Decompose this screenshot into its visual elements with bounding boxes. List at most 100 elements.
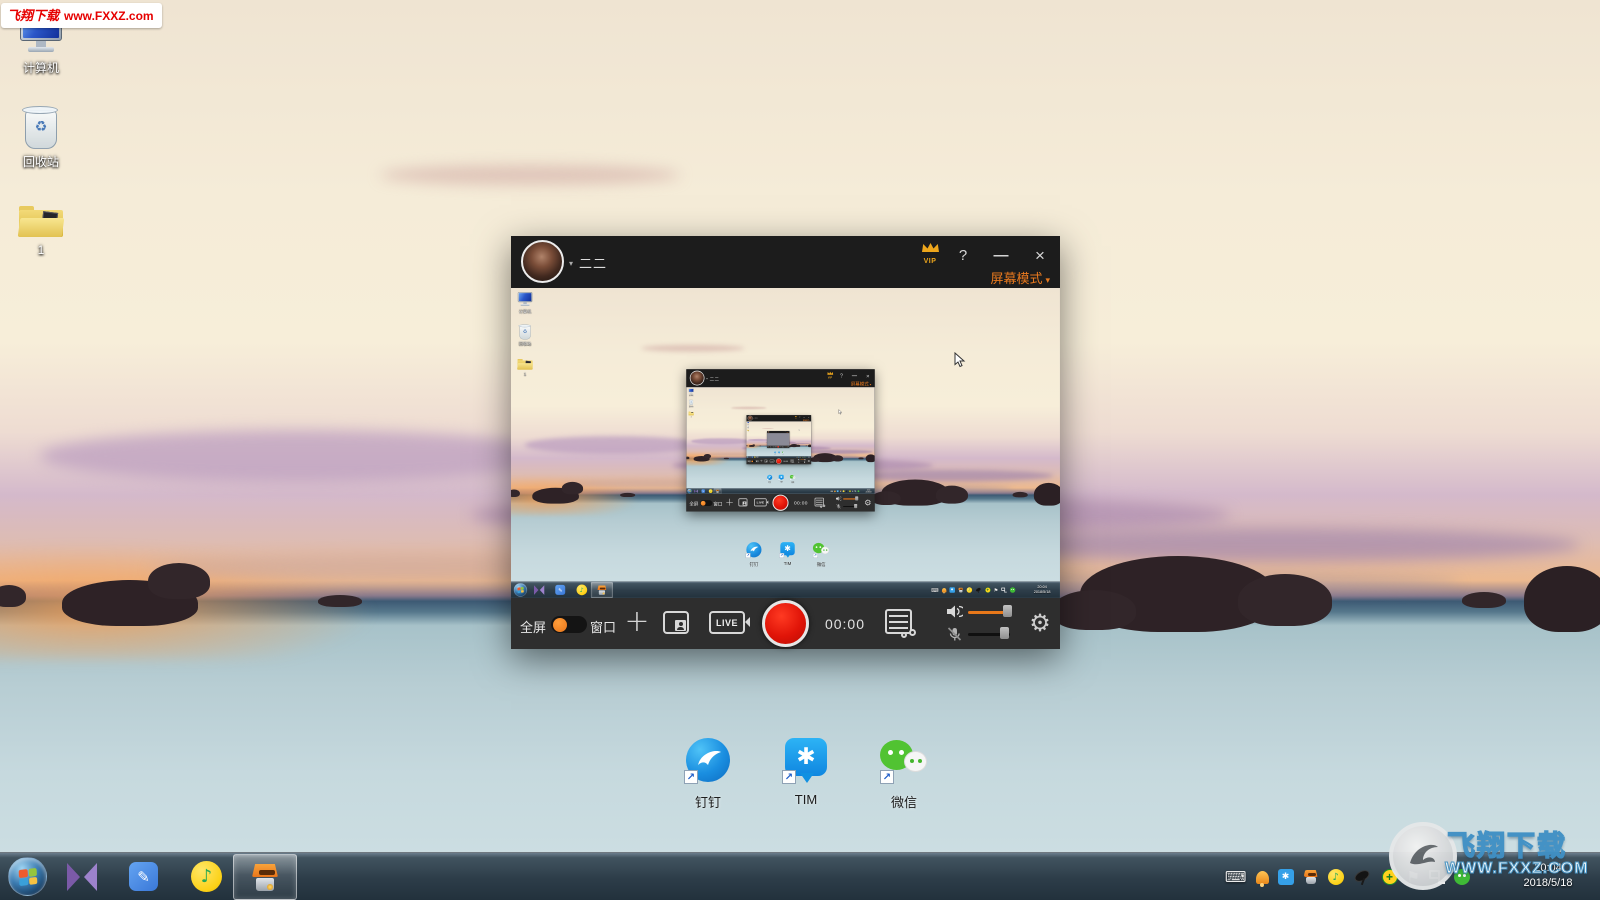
speaker-volume-slider[interactable] <box>804 459 805 460</box>
start-button[interactable] <box>687 489 692 494</box>
desktop-icon-computer[interactable]: 计算机 <box>747 422 750 425</box>
user-avatar[interactable] <box>521 240 564 283</box>
shortcut-dingtalk[interactable]: ↗ 钉钉 <box>766 475 774 484</box>
desktop-icon-folder[interactable]: 1 <box>8 200 74 257</box>
live-button[interactable]: LIVE <box>709 611 745 634</box>
wechat-tray-icon[interactable] <box>857 490 859 492</box>
start-button[interactable] <box>8 857 47 896</box>
desktop-icon-recycle-bin[interactable]: ♻ 回收站 <box>8 106 74 170</box>
taskbar-recorder-button-active[interactable] <box>233 854 297 900</box>
safety-coin-tray-icon[interactable]: + <box>985 587 990 593</box>
shortcut-wechat[interactable]: ↗ 微信 <box>870 738 938 811</box>
bell-tray-icon[interactable] <box>942 588 946 592</box>
minimize-button[interactable]: — <box>989 245 1013 267</box>
mic-volume-slider[interactable] <box>1000 627 1009 639</box>
user-avatar[interactable] <box>748 416 753 421</box>
tim-tray-icon[interactable]: ✱ <box>1278 869 1294 885</box>
recorder-tray-icon[interactable] <box>840 490 842 492</box>
wechat-tray-icon[interactable] <box>1010 587 1015 593</box>
qq-music-tray-icon[interactable]: ♪ <box>1328 869 1344 885</box>
screen-mode-dropdown[interactable]: 屏幕模式▾ <box>990 268 1050 287</box>
taskbar-notes-icon[interactable]: ✎ <box>129 862 158 891</box>
keyboard-tray-icon[interactable]: ⌨ <box>1225 868 1247 886</box>
safety-coin-tray-icon[interactable]: + <box>849 490 851 492</box>
fullscreen-window-toggle[interactable] <box>700 500 712 506</box>
desktop-icon-recycle-bin[interactable]: ♻ 回收站 <box>514 325 537 347</box>
close-button[interactable]: × <box>864 372 872 380</box>
tim-tray-icon[interactable]: ✱ <box>949 587 954 593</box>
qq-music-tray-icon[interactable]: ♪ <box>843 490 845 492</box>
desktop-icon-folder[interactable]: 1 <box>687 411 695 418</box>
add-button[interactable]: + <box>725 495 735 509</box>
taskbar-clock[interactable]: 20:04 2018/5/18 <box>863 489 874 493</box>
vip-button[interactable]: VIP <box>825 371 835 379</box>
fullscreen-window-toggle[interactable] <box>551 616 587 633</box>
desktop-icon-computer[interactable]: 计算机 <box>687 389 695 397</box>
chevron-down-icon[interactable]: ▾ <box>569 259 573 268</box>
record-button[interactable] <box>772 495 788 511</box>
taskbar-clock[interactable]: 20:04 2018/5/18 <box>1026 585 1058 595</box>
bell-tray-icon[interactable] <box>1256 871 1269 884</box>
bell-tray-icon[interactable] <box>834 490 836 492</box>
shortcut-tim[interactable]: ✱ ↗ TIM <box>778 451 781 454</box>
camera-overlay-button[interactable] <box>764 460 767 463</box>
record-button[interactable] <box>762 600 809 647</box>
video-files-button[interactable] <box>782 446 783 447</box>
desktop-icon-folder[interactable]: 1 <box>514 357 537 377</box>
close-button[interactable]: × <box>1028 245 1052 267</box>
vip-button[interactable]: VIP <box>794 416 797 419</box>
taskbar-kmplayer-icon[interactable] <box>694 489 698 493</box>
settings-gear-icon[interactable]: ⚙ <box>788 446 789 447</box>
add-button[interactable]: + <box>760 459 763 464</box>
help-button[interactable]: ? <box>951 245 975 267</box>
desktop-icon-folder[interactable]: 1 <box>747 430 750 432</box>
qq-music-tray-icon[interactable]: ♪ <box>966 587 971 593</box>
shortcut-wechat[interactable]: ↗ 微信 <box>782 451 785 454</box>
vip-button[interactable]: VIP <box>916 241 944 265</box>
shortcut-dingtalk[interactable]: ↗ 钉钉 <box>742 542 765 567</box>
shortcut-wechat[interactable]: ↗ 微信 <box>789 475 797 484</box>
shortcut-tim[interactable]: ✱ ↗ TIM <box>776 542 799 567</box>
recorder-tray-icon[interactable] <box>958 587 963 593</box>
camera-overlay-button[interactable] <box>738 498 747 506</box>
start-button[interactable] <box>514 583 527 596</box>
taskbar-kmplayer-icon[interactable] <box>66 862 98 892</box>
desktop-icon-recycle-bin[interactable]: ♻ 回收站 <box>687 400 695 408</box>
camera-overlay-button[interactable] <box>663 611 689 634</box>
add-button[interactable]: + <box>623 602 651 642</box>
user-avatar[interactable] <box>690 371 705 386</box>
shortcut-dingtalk[interactable]: ↗ 钉钉 <box>674 738 742 811</box>
satellite-tray-icon[interactable] <box>1353 869 1373 885</box>
keyboard-tray-icon[interactable]: ⌨ <box>831 490 834 492</box>
network-tray-icon[interactable] <box>855 490 857 492</box>
taskbar-recorder-button-active[interactable] <box>591 582 613 598</box>
taskbar-qq-music-icon[interactable]: ♪ <box>709 489 713 493</box>
satellite-tray-icon[interactable] <box>846 490 848 492</box>
taskbar-qq-music-icon[interactable]: ♪ <box>191 861 222 892</box>
recorder-tray-icon[interactable] <box>1303 869 1319 885</box>
flag-tray-icon[interactable]: ⚑ <box>852 490 854 492</box>
mic-volume-slider[interactable] <box>804 462 805 463</box>
live-button[interactable]: LIVE <box>754 498 766 506</box>
taskbar-notes-icon[interactable]: ✎ <box>555 585 565 595</box>
shortcut-wechat[interactable]: ↗ 微信 <box>809 542 832 567</box>
network-tray-icon[interactable] <box>1001 588 1006 593</box>
settings-gear-icon[interactable]: ⚙ <box>1027 609 1053 637</box>
video-files-button[interactable] <box>791 459 794 462</box>
desktop-icon-computer[interactable]: 计算机 <box>514 292 537 314</box>
live-button[interactable]: LIVE <box>770 460 774 463</box>
taskbar-notes-icon[interactable]: ✎ <box>702 489 705 492</box>
video-files-button[interactable] <box>815 498 824 507</box>
speaker-volume-slider[interactable] <box>1003 605 1012 617</box>
minimize-button[interactable]: — <box>850 372 858 380</box>
shortcut-tim[interactable]: ✱ ↗ TIM <box>772 738 840 811</box>
mic-volume-slider[interactable] <box>854 504 857 508</box>
screen-mode-dropdown[interactable]: 屏幕模式▾ <box>851 380 871 387</box>
taskbar-kmplayer-icon[interactable] <box>534 585 545 595</box>
video-files-button[interactable] <box>885 609 912 634</box>
shortcut-dingtalk[interactable]: ↗ 钉钉 <box>774 451 777 454</box>
keyboard-tray-icon[interactable]: ⌨ <box>931 587 938 593</box>
tim-tray-icon[interactable]: ✱ <box>837 490 839 492</box>
settings-gear-icon[interactable]: ⚙ <box>807 459 810 462</box>
help-button[interactable]: ? <box>837 372 845 380</box>
